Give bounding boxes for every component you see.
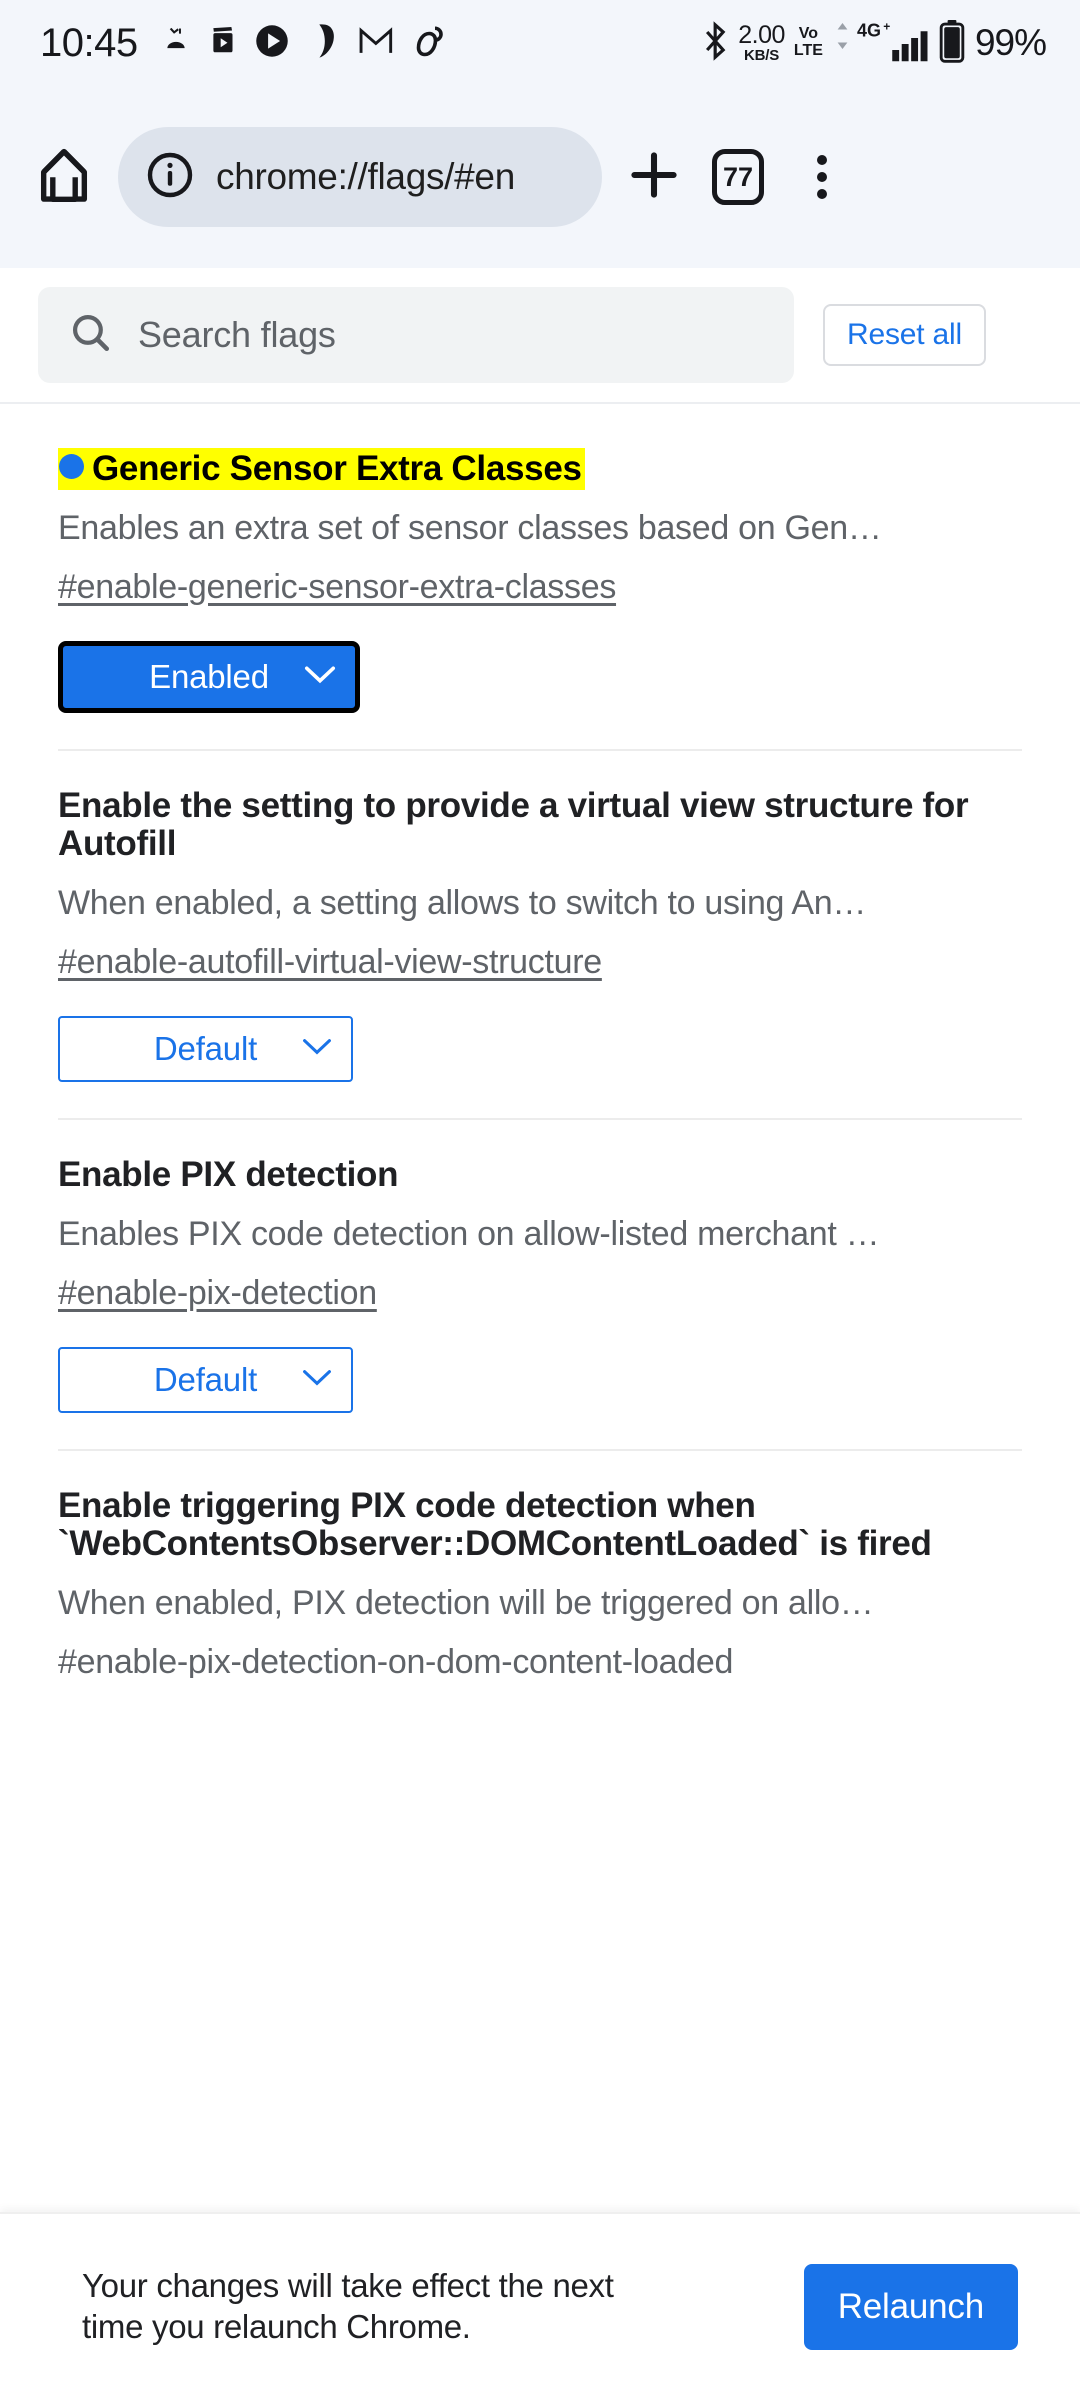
status-bar: 10:45 2.00 KB/S Vo LTE 4G + 99% (0, 0, 1080, 86)
clapperboard-icon (210, 26, 237, 61)
network-speed-indicator: 2.00 KB/S (738, 21, 785, 64)
flag-id-link[interactable]: #enable-pix-detection (58, 1274, 377, 1313)
flags-page: Search flags Reset all Generic Sensor Ex… (0, 268, 1080, 2400)
flag-state-value: Default (153, 1360, 258, 1398)
three-dots-icon (817, 155, 827, 199)
chevron-down-icon (303, 663, 337, 690)
omnibox-url-text: chrome://flags/#en (216, 156, 515, 197)
flag-id-link[interactable]: #enable-pix-detection-on-dom-content-loa… (58, 1643, 733, 1678)
opera-icon (307, 23, 341, 64)
home-button[interactable] (26, 139, 102, 215)
flag-id-link[interactable]: #enable-generic-sensor-extra-classes (58, 568, 616, 607)
flag-title-text: Enable PIX detection (58, 1155, 399, 1195)
flag-entry: Enable PIX detection Enables PIX code de… (0, 1120, 1080, 1413)
battery-percentage: 99% (974, 22, 1047, 63)
flag-id-link[interactable]: #enable-autofill-virtual-view-structure (58, 943, 602, 982)
flag-entry: Enable triggering PIX code detection whe… (0, 1451, 1080, 1678)
flag-title-text: Generic Sensor Extra Classes (92, 449, 582, 488)
chevron-down-icon (301, 1037, 333, 1062)
flag-description: When enabled, PIX detection will be trig… (58, 1584, 874, 1623)
signal-strength-icon: 4G + (857, 19, 929, 67)
flag-description: Enables an extra set of sensor classes b… (58, 508, 882, 547)
info-circle-icon[interactable] (146, 151, 194, 204)
status-bar-notification-icons (159, 23, 447, 64)
svg-text:4G: 4G (857, 20, 881, 40)
flag-title: Enable triggering PIX code detection whe… (58, 1485, 1022, 1565)
flag-state-select[interactable]: Default (58, 1016, 353, 1083)
svg-text:+: + (883, 20, 890, 34)
flag-state-select[interactable]: Default (58, 1346, 353, 1413)
plus-icon (626, 147, 682, 208)
flag-entry: Enable the setting to provide a virtual … (0, 751, 1080, 1083)
volte-bottom: LTE (793, 42, 823, 59)
flag-state-select[interactable]: Enabled (58, 640, 360, 713)
omnibox[interactable]: chrome://flags/#en (118, 127, 602, 227)
flag-title-text: Enable the setting to provide a virtual … (58, 785, 969, 864)
tab-count-badge: 77 (712, 149, 764, 205)
home-icon (37, 147, 91, 208)
flag-state-value: Enabled (149, 657, 269, 695)
nothing-icon (411, 23, 447, 64)
network-speed-unit: KB/S (744, 47, 780, 64)
tab-switcher-button[interactable]: 77 (696, 135, 780, 219)
browser-menu-button[interactable] (780, 135, 864, 219)
reset-all-button[interactable]: Reset all (823, 304, 986, 366)
flag-description: Enables PIX code detection on allow-list… (58, 1214, 880, 1253)
flag-entry: Generic Sensor Extra Classes Enables an … (0, 406, 1080, 713)
flag-title-text: Enable triggering PIX code detection whe… (58, 1485, 932, 1564)
search-placeholder: Search flags (138, 314, 336, 355)
battery-icon (938, 19, 966, 68)
play-circle-icon (254, 23, 290, 64)
chevron-down-icon (301, 1367, 333, 1392)
relaunch-bar: Your changes will take effect the next t… (0, 2212, 1080, 2400)
data-transfer-arrows-icon (835, 22, 850, 54)
status-bar-system-icons: 2.00 KB/S Vo LTE 4G + 99% (702, 19, 1047, 68)
flag-title: Enable the setting to provide a virtual … (58, 785, 1022, 865)
volte-icon: Vo LTE (793, 25, 823, 60)
new-tab-button[interactable] (612, 135, 696, 219)
relaunch-message: Your changes will take effect the next t… (82, 2267, 614, 2345)
bluetooth-icon (702, 20, 729, 66)
flag-title: Generic Sensor Extra Classes (58, 448, 1022, 490)
flags-list: Generic Sensor Extra Classes Enables an … (0, 406, 1080, 1678)
flag-title: Enable PIX detection (58, 1155, 1022, 1195)
search-icon (68, 310, 114, 361)
flag-status-dot-icon (59, 454, 84, 479)
cast-icon (159, 24, 193, 63)
search-row: Search flags Reset all (0, 268, 1080, 404)
relaunch-button[interactable]: Relaunch (803, 2264, 1018, 2350)
search-input[interactable]: Search flags (38, 287, 794, 383)
browser-toolbar: chrome://flags/#en 77 (0, 86, 1080, 268)
network-speed-value: 2.00 (738, 21, 785, 49)
volte-top: Vo (798, 25, 819, 43)
gmail-icon (358, 25, 394, 62)
flag-description: When enabled, a setting allows to switch… (58, 884, 867, 923)
status-bar-clock: 10:45 (40, 21, 138, 65)
flag-state-value: Default (153, 1030, 258, 1068)
